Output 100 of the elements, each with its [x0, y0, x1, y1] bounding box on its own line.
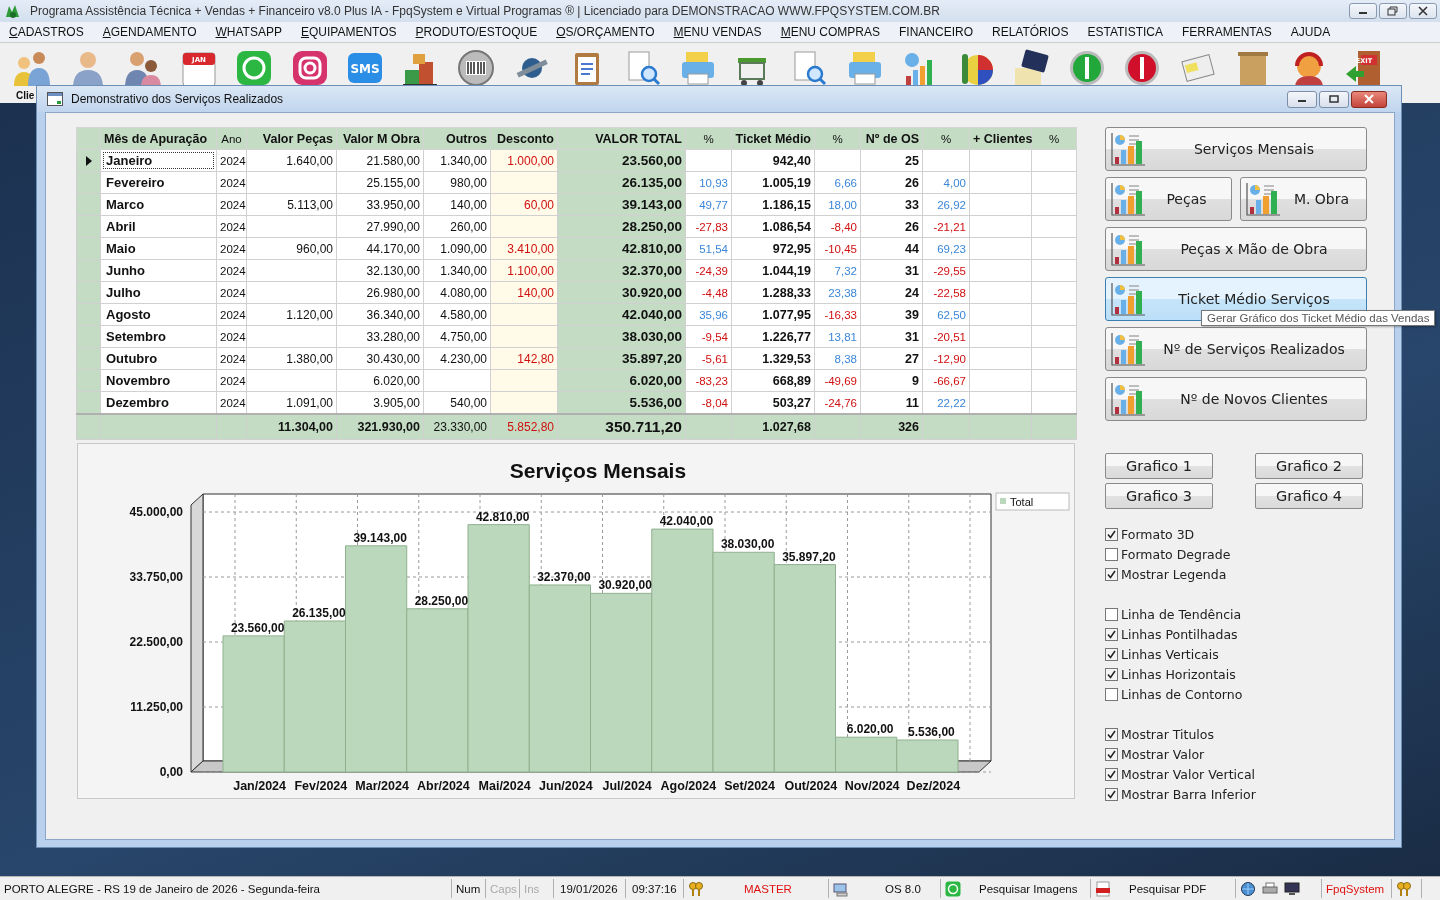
- report-button[interactable]: Nº de Novos Clientes: [1105, 377, 1367, 421]
- menu-item[interactable]: FINANCEIRO: [899, 25, 973, 39]
- table-cell: 1.340,00: [423, 149, 491, 172]
- menu-item[interactable]: WHATSAPP: [215, 25, 282, 39]
- column-header[interactable]: %: [814, 127, 861, 150]
- chart-button[interactable]: Grafico 3: [1105, 483, 1213, 509]
- table-cell: 32.130,00: [336, 259, 424, 282]
- data-label: 30.920,00: [598, 578, 652, 593]
- report-button[interactable]: M. Obra: [1240, 177, 1367, 221]
- chart-button[interactable]: Grafico 1: [1105, 453, 1213, 479]
- menu-item[interactable]: MENU COMPRAS: [780, 25, 880, 39]
- minimize-button[interactable]: [1349, 3, 1377, 19]
- status-text: PORTO ALEGRE - RS 19 de Janeiro de 2026 - Segunda-feira: [4, 882, 320, 895]
- column-header[interactable]: Outros: [423, 127, 491, 150]
- table-cell: [1031, 171, 1077, 194]
- keys-icon: [688, 880, 704, 897]
- column-header[interactable]: Ticket Médio: [731, 127, 815, 150]
- checkbox[interactable]: [1105, 767, 1118, 781]
- chart-title: Serviços Mensais: [509, 459, 687, 482]
- menu-item[interactable]: PRODUTO/ESTOQUE: [415, 25, 538, 39]
- keys-icon: [1396, 880, 1412, 897]
- table-cell: Marco: [100, 193, 217, 216]
- checkbox-label: Formato 3D: [1121, 526, 1195, 542]
- table-cell: 31: [860, 259, 923, 282]
- menu-item[interactable]: RELATÓRIOS: [992, 25, 1069, 39]
- table-cell: 1.288,33: [731, 281, 815, 304]
- report-button[interactable]: Peças x Mão de Obra: [1105, 227, 1367, 271]
- data-label: 32.370,00: [537, 569, 591, 584]
- menu-item[interactable]: AGENDAMENTO: [102, 25, 197, 39]
- bar-chart-icon: [1110, 132, 1146, 166]
- table-cell: -9,54: [685, 325, 732, 348]
- table-cell: 69,23: [922, 237, 970, 260]
- printer-icon[interactable]: [1262, 880, 1278, 897]
- checkbox[interactable]: [1105, 567, 1118, 581]
- menu-item[interactable]: CADASTROS: [9, 25, 84, 39]
- report-button[interactable]: Serviços Mensais: [1105, 127, 1367, 171]
- column-header[interactable]: Desconto: [490, 127, 558, 150]
- table-cell: 25: [860, 149, 923, 172]
- monitor-icon[interactable]: [1284, 880, 1300, 897]
- menu-item[interactable]: AJUDA: [1290, 25, 1331, 39]
- table-cell: 2024: [216, 347, 247, 370]
- menu-item[interactable]: FERRAMENTAS: [1182, 25, 1272, 39]
- table-cell: [969, 303, 1032, 326]
- checkbox[interactable]: [1105, 527, 1118, 541]
- table-cell: 9: [860, 369, 923, 392]
- chat-icon[interactable]: [234, 48, 274, 88]
- table-cell: 2024: [216, 149, 247, 172]
- table-cell: -5,61: [685, 347, 732, 370]
- close-button[interactable]: [1409, 3, 1437, 19]
- menu-item[interactable]: MENU VENDAS: [673, 25, 762, 39]
- table-cell: 2024: [216, 303, 247, 326]
- total-cell: 321.930,00: [336, 414, 424, 440]
- checkbox[interactable]: [1105, 667, 1118, 681]
- column-header[interactable]: Ano: [216, 127, 247, 150]
- column-header[interactable]: VALOR TOTAL: [557, 127, 686, 150]
- checkbox[interactable]: [1105, 647, 1118, 661]
- menu-item[interactable]: EQUIPAMENTOS: [300, 25, 397, 39]
- checkbox[interactable]: [1105, 747, 1118, 761]
- column-header[interactable]: %: [1031, 127, 1077, 150]
- close-button[interactable]: [1351, 90, 1387, 108]
- checkbox[interactable]: [1105, 687, 1118, 701]
- chart-button[interactable]: Grafico 4: [1255, 483, 1363, 509]
- report-button[interactable]: Nº de Serviços Realizados: [1105, 327, 1367, 371]
- column-header[interactable]: Valor Peças: [246, 127, 337, 150]
- checkbox[interactable]: [1105, 627, 1118, 641]
- bar-chart-icon: [1245, 182, 1281, 216]
- table-cell: [1031, 193, 1077, 216]
- axis-label: Mar/2024: [355, 779, 409, 793]
- restore-button[interactable]: [1379, 3, 1407, 19]
- barcode-icon[interactable]: [456, 48, 496, 88]
- checkbox[interactable]: [1105, 547, 1118, 561]
- menu-item[interactable]: ESTATISTICA: [1087, 25, 1164, 39]
- column-header[interactable]: + Clientes: [969, 127, 1032, 150]
- status-text: 09:37:16: [632, 882, 677, 895]
- checkbox[interactable]: [1105, 787, 1118, 801]
- column-header[interactable]: Valor M Obra: [336, 127, 424, 150]
- table-cell: -29,55: [922, 259, 970, 282]
- report-button[interactable]: Peças: [1105, 177, 1232, 221]
- column-header[interactable]: %: [922, 127, 970, 150]
- table-cell: [1031, 347, 1077, 370]
- axis-label: Jun/2024: [539, 779, 593, 793]
- row-indicator[interactable]: [76, 149, 101, 172]
- maximize-button[interactable]: [1319, 90, 1349, 108]
- column-header[interactable]: Mês de Apuração: [100, 127, 217, 150]
- minimize-button[interactable]: [1287, 90, 1317, 108]
- table-cell: 140,00: [423, 193, 491, 216]
- pdf-icon: [1095, 880, 1111, 897]
- menu-item[interactable]: OS/ORÇAMENTO: [556, 25, 655, 39]
- table-cell: [969, 281, 1032, 304]
- column-header[interactable]: Nº de OS: [860, 127, 923, 150]
- checkbox[interactable]: [1105, 727, 1118, 741]
- data-label: 5.536,00: [908, 725, 955, 739]
- table-cell: 39: [860, 303, 923, 326]
- maximize-icon: [1328, 94, 1340, 104]
- chat-icon: [945, 880, 961, 897]
- chart-button[interactable]: Grafico 2: [1255, 453, 1363, 479]
- table-cell: 21.580,00: [336, 149, 424, 172]
- checkbox[interactable]: [1105, 607, 1118, 621]
- column-header[interactable]: %: [685, 127, 732, 150]
- globe-icon[interactable]: [1240, 880, 1256, 897]
